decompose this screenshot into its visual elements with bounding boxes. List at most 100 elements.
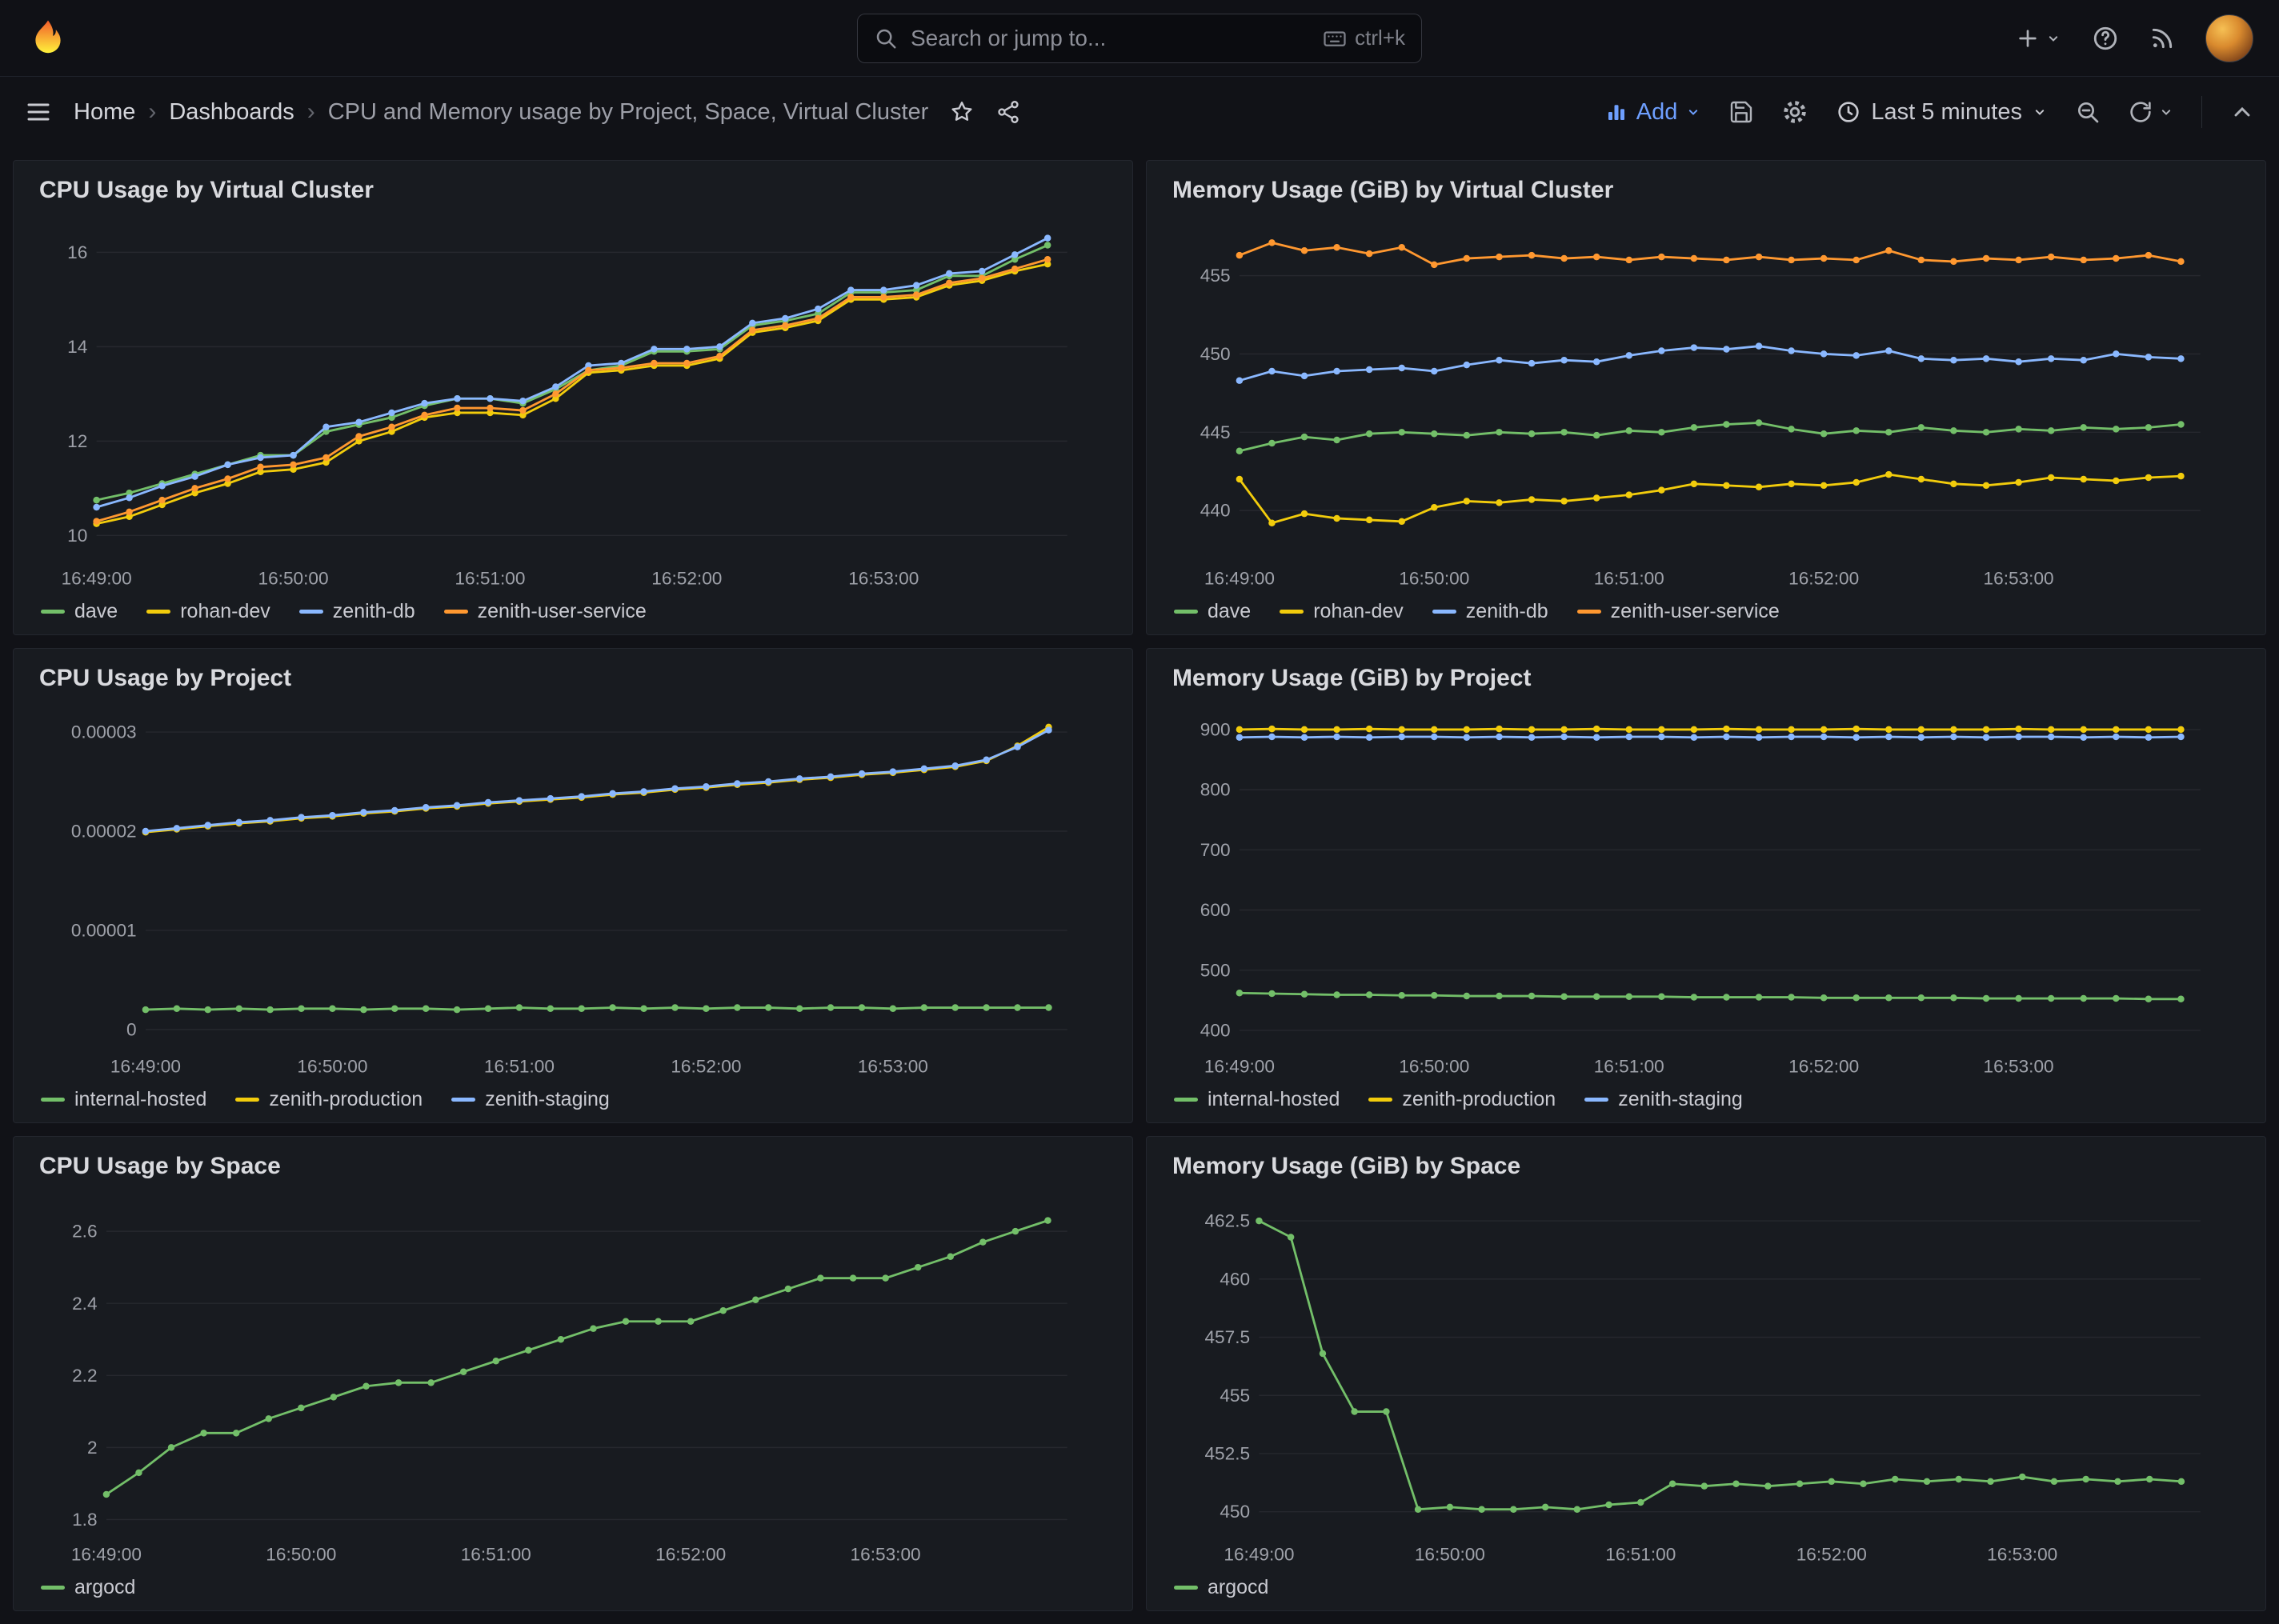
- news-feed-button[interactable]: [2149, 26, 2175, 51]
- chart-memory-by-space[interactable]: 450452.5455457.5460462.516:49:0016:50:00…: [1160, 1183, 2249, 1570]
- legend-series-color: [1280, 610, 1304, 614]
- add-panel-button[interactable]: Add: [1604, 99, 1702, 126]
- legend-item-rohan-dev[interactable]: rohan-dev: [1280, 600, 1404, 623]
- chart-memory-by-virtual-cluster[interactable]: 44044545045516:49:0016:50:0016:51:0016:5…: [1160, 207, 2249, 594]
- chart-memory-by-project[interactable]: 40050060070080090016:49:0016:50:0016:51:…: [1160, 695, 2249, 1082]
- dashboard-grid: CPU Usage by Virtual Cluster 1012141616:…: [0, 147, 2279, 1624]
- legend-item-dave[interactable]: dave: [1174, 600, 1251, 623]
- share-icon: [995, 99, 1021, 125]
- breadcrumb-home[interactable]: Home: [74, 99, 135, 126]
- legend-series-name: internal-hosted: [1208, 1088, 1340, 1111]
- zoom-out-button[interactable]: [2075, 99, 2101, 125]
- legend-series-name: argocd: [1208, 1576, 1268, 1599]
- panel-title[interactable]: CPU Usage by Virtual Cluster: [26, 172, 1116, 207]
- refresh-button[interactable]: [2128, 99, 2174, 125]
- chart-cpu-by-project[interactable]: 00.000010.000020.0000316:49:0016:50:0016…: [26, 695, 1116, 1082]
- svg-text:0.00003: 0.00003: [71, 722, 137, 742]
- chart-canvas[interactable]: 40050060070080090016:49:0016:50:0016:51:…: [1160, 695, 2249, 1082]
- user-avatar[interactable]: [2205, 14, 2253, 62]
- legend-item-zenith-user-service[interactable]: zenith-user-service: [444, 600, 647, 623]
- legend-series-name: zenith-production: [1402, 1088, 1556, 1111]
- chart-cpu-by-space[interactable]: 1.822.22.42.616:49:0016:50:0016:51:0016:…: [26, 1183, 1116, 1570]
- chart-canvas[interactable]: 1012141616:49:0016:50:0016:51:0016:52:00…: [26, 207, 1116, 594]
- refresh-icon: [2128, 99, 2153, 125]
- legend-item-zenith-staging[interactable]: zenith-staging: [1584, 1088, 1743, 1111]
- legend-series-color: [41, 1098, 65, 1102]
- legend-series-name: internal-hosted: [74, 1088, 206, 1111]
- new-menu-button[interactable]: [2015, 26, 2061, 51]
- favorite-button[interactable]: [949, 99, 975, 125]
- svg-text:16:53:00: 16:53:00: [1984, 569, 2054, 589]
- top-navbar: Search or jump to... ctrl+k: [0, 0, 2279, 77]
- legend-item-zenith-user-service[interactable]: zenith-user-service: [1577, 600, 1780, 623]
- svg-text:16:49:00: 16:49:00: [1204, 1057, 1275, 1077]
- legend-series-name: zenith-staging: [1618, 1088, 1743, 1111]
- legend-item-rohan-dev[interactable]: rohan-dev: [146, 600, 270, 623]
- chart-canvas[interactable]: 1.822.22.42.616:49:0016:50:0016:51:0016:…: [26, 1183, 1116, 1570]
- panel-cpu-usage-by-virtual-cluster: CPU Usage by Virtual Cluster 1012141616:…: [13, 160, 1133, 635]
- legend-item-dave[interactable]: dave: [41, 600, 118, 623]
- legend-item-zenith-production[interactable]: zenith-production: [1368, 1088, 1556, 1111]
- panel-title[interactable]: Memory Usage (GiB) by Virtual Cluster: [1160, 172, 2249, 207]
- share-button[interactable]: [995, 99, 1021, 125]
- legend-item-internal-hosted[interactable]: internal-hosted: [1174, 1088, 1340, 1111]
- svg-text:2.2: 2.2: [72, 1366, 97, 1386]
- svg-text:10: 10: [67, 526, 87, 546]
- help-button[interactable]: [2092, 25, 2119, 52]
- svg-text:16:53:00: 16:53:00: [1987, 1545, 2057, 1565]
- panel-memory-usage-by-project: Memory Usage (GiB) by Project 4005006007…: [1146, 648, 2266, 1123]
- breadcrumb-dashboards[interactable]: Dashboards: [169, 99, 294, 126]
- star-icon: [949, 99, 975, 125]
- panel-title[interactable]: Memory Usage (GiB) by Space: [1160, 1148, 2249, 1183]
- panel-title[interactable]: CPU Usage by Space: [26, 1148, 1116, 1183]
- svg-text:462.5: 462.5: [1204, 1211, 1250, 1231]
- legend-item-zenith-db[interactable]: zenith-db: [1432, 600, 1548, 623]
- svg-text:16:52:00: 16:52:00: [651, 569, 722, 589]
- svg-text:14: 14: [67, 337, 87, 357]
- legend-item-zenith-db[interactable]: zenith-db: [299, 600, 415, 623]
- chart-cpu-by-virtual-cluster[interactable]: 1012141616:49:0016:50:0016:51:0016:52:00…: [26, 207, 1116, 594]
- legend-series-color: [1432, 610, 1456, 614]
- dashboard-settings-button[interactable]: [1781, 98, 1808, 126]
- svg-text:2.6: 2.6: [72, 1222, 97, 1242]
- time-range-picker[interactable]: Last 5 minutes: [1836, 99, 2048, 126]
- legend-series-color: [451, 1098, 475, 1102]
- panel-title[interactable]: CPU Usage by Project: [26, 660, 1116, 695]
- search-bar[interactable]: Search or jump to... ctrl+k: [857, 14, 1422, 63]
- panel-title[interactable]: Memory Usage (GiB) by Project: [1160, 660, 2249, 695]
- legend-series-name: zenith-user-service: [1611, 600, 1780, 623]
- legend-series-name: dave: [1208, 600, 1251, 623]
- legend-item-internal-hosted[interactable]: internal-hosted: [41, 1088, 206, 1111]
- chevron-down-icon: [2032, 104, 2048, 120]
- svg-text:440: 440: [1200, 501, 1231, 521]
- chart-canvas[interactable]: 44044545045516:49:0016:50:0016:51:0016:5…: [1160, 207, 2249, 594]
- legend-series-name: zenith-db: [1466, 600, 1548, 623]
- svg-text:0: 0: [126, 1019, 137, 1039]
- chart-canvas[interactable]: 450452.5455457.5460462.516:49:0016:50:00…: [1160, 1183, 2249, 1570]
- legend-series-color: [299, 610, 323, 614]
- svg-text:16:49:00: 16:49:00: [62, 569, 132, 589]
- legend-series-color: [1174, 610, 1198, 614]
- legend-series-color: [41, 1586, 65, 1590]
- legend-item-argocd[interactable]: argocd: [41, 1576, 135, 1599]
- chart-canvas[interactable]: 00.000010.000020.0000316:49:0016:50:0016…: [26, 695, 1116, 1082]
- grafana-logo[interactable]: [26, 16, 70, 61]
- svg-text:1.8: 1.8: [72, 1510, 97, 1530]
- svg-text:400: 400: [1200, 1020, 1231, 1040]
- legend-series-color: [41, 610, 65, 614]
- svg-text:16:53:00: 16:53:00: [1984, 1057, 2054, 1077]
- svg-text:16:53:00: 16:53:00: [858, 1057, 928, 1077]
- legend-series-color: [1577, 610, 1601, 614]
- legend-item-zenith-production[interactable]: zenith-production: [235, 1088, 423, 1111]
- svg-text:12: 12: [67, 431, 87, 451]
- legend-item-zenith-staging[interactable]: zenith-staging: [451, 1088, 610, 1111]
- legend-series-name: zenith-db: [333, 600, 415, 623]
- svg-text:445: 445: [1200, 422, 1231, 442]
- collapse-toolbar-button[interactable]: [2229, 99, 2255, 125]
- legend-item-argocd[interactable]: argocd: [1174, 1576, 1268, 1599]
- toolbar-divider: [2201, 96, 2202, 128]
- mega-menu-button[interactable]: [24, 98, 53, 126]
- legend-series-name: zenith-user-service: [478, 600, 647, 623]
- legend-series-name: argocd: [74, 1576, 135, 1599]
- save-dashboard-button[interactable]: [1728, 99, 1754, 125]
